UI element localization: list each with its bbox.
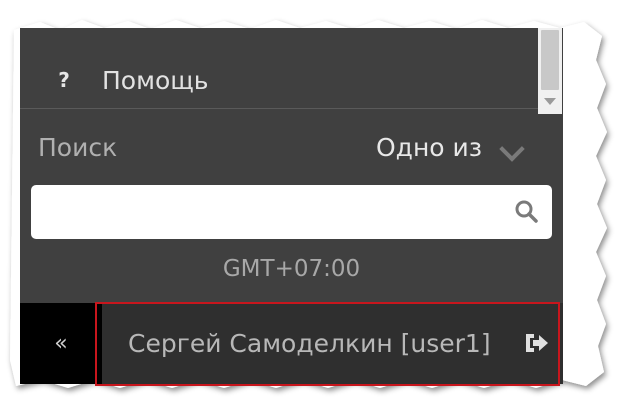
scrollbar[interactable] xyxy=(538,28,562,114)
sign-out-icon[interactable] xyxy=(523,331,549,355)
menu-item-help-label: Помощь xyxy=(102,65,209,95)
search-mode-value: Одно из xyxy=(376,132,483,162)
search-label: Поиск xyxy=(38,132,118,162)
search-icon[interactable] xyxy=(514,199,538,223)
scrollbar-thumb[interactable] xyxy=(541,30,559,90)
search-input[interactable] xyxy=(41,187,515,239)
search-header: Поиск Одно из xyxy=(20,124,563,170)
user-name[interactable]: Сергей Самоделкин [user1] xyxy=(128,329,491,358)
timezone-label: GMT+07:00 xyxy=(222,256,361,282)
search-mode-select[interactable]: Одно из xyxy=(376,133,482,162)
collapse-sidebar-button[interactable]: « xyxy=(20,303,102,384)
user-bar[interactable]: Сергей Самоделкин [user1] xyxy=(102,303,563,384)
question-icon: ? xyxy=(58,68,70,92)
search-field[interactable] xyxy=(31,185,552,239)
scroll-down-arrow-icon[interactable] xyxy=(544,98,556,105)
menu-item-help[interactable]: ? Помощь xyxy=(20,52,538,109)
